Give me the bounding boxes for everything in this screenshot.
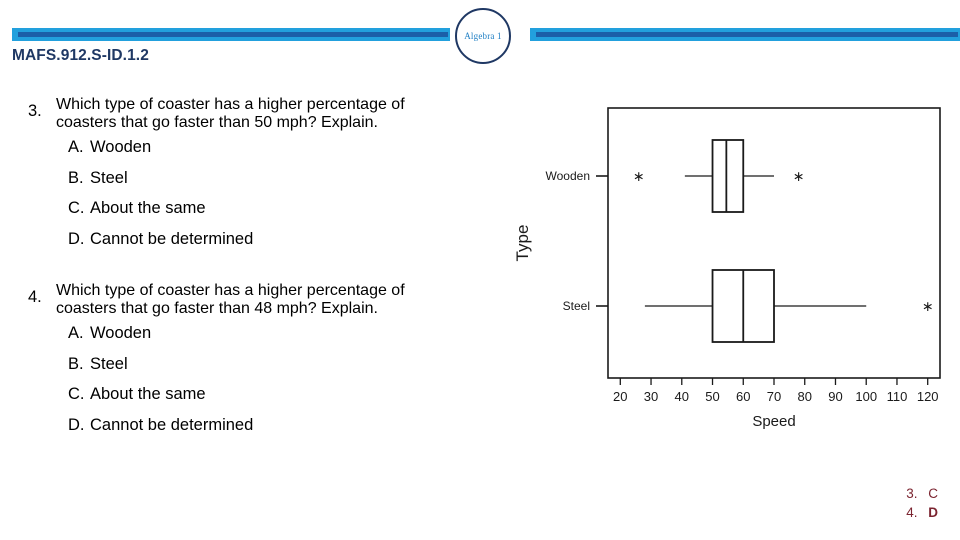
question-4-choice-c-letter: C.: [68, 385, 85, 403]
x-tick-label-20: 20: [613, 389, 627, 404]
question-4-choice-d[interactable]: D. Cannot be determined: [68, 410, 568, 441]
question-3-line-2: coasters that go faster than 50 mph? Exp…: [56, 114, 378, 131]
header-rule-left: [12, 28, 450, 41]
x-axis-label: Speed: [752, 413, 795, 430]
question-4-text: Which type of coaster has a higher perce…: [56, 282, 405, 318]
x-tick-label-70: 70: [767, 389, 781, 404]
question-4-choice-d-label: Cannot be determined: [90, 415, 254, 434]
x-tick-label-90: 90: [828, 389, 842, 404]
header-rule-right-inner: [536, 32, 958, 37]
x-tick-label-60: 60: [736, 389, 750, 404]
questions-list: 3. Which type of coaster has a higher pe…: [28, 96, 568, 468]
outlier-marker: ∗: [922, 298, 934, 314]
x-tick-label-110: 110: [887, 389, 908, 404]
question-3: 3. Which type of coaster has a higher pe…: [28, 96, 568, 254]
question-3-number: 3.: [28, 102, 42, 120]
question-4-line-2: coasters that go faster than 48 mph? Exp…: [56, 300, 378, 317]
question-4: 4. Which type of coaster has a higher pe…: [28, 282, 568, 440]
boxplot-chart: 20 30 40 50 60 70 80 90 100 110 120 Speed Wooden Stee…: [513, 107, 941, 430]
answer-key-value-3: C: [928, 486, 938, 501]
question-4-choice-b-letter: B.: [68, 354, 84, 373]
question-4-choice-a-letter: A.: [68, 324, 84, 342]
answer-key-row-4: 4. D: [906, 503, 938, 522]
answer-key-row-3: 3. C: [906, 484, 938, 503]
boxplot-wooden: ∗ ∗: [633, 139, 805, 213]
question-3-choice-b-label: Steel: [90, 168, 128, 187]
question-4-choice-a[interactable]: A. Wooden: [68, 318, 568, 349]
header-band: Algebra 1 MAFS.912.S-ID.1.2: [0, 0, 960, 72]
question-4-line-1: Which type of coaster has a higher perce…: [56, 282, 405, 299]
question-3-choice-a-label: Wooden: [90, 138, 152, 156]
x-tick-label-80: 80: [798, 389, 812, 404]
question-3-choice-b[interactable]: B. Steel: [68, 163, 568, 194]
question-4-number: 4.: [28, 288, 42, 306]
question-4-choice-b-label: Steel: [90, 354, 128, 373]
question-3-prompt: 3. Which type of coaster has a higher pe…: [28, 96, 568, 132]
question-3-text: Which type of coaster has a higher perce…: [56, 96, 405, 132]
question-3-choices: A. Wooden B. Steel C. About the same D. …: [68, 132, 568, 254]
boxplot-steel: ∗: [644, 269, 934, 343]
box-iqr: [711, 139, 745, 213]
y-tick-label-steel: Steel: [563, 299, 590, 313]
outlier-marker: ∗: [793, 168, 805, 184]
header-rule-left-inner: [18, 32, 448, 37]
x-tick-label-30: 30: [644, 389, 658, 404]
question-4-choice-c-label: About the same: [90, 385, 206, 403]
question-3-line-1: Which type of coaster has a higher perce…: [56, 96, 405, 113]
question-4-choice-b[interactable]: B. Steel: [68, 349, 568, 380]
question-4-choice-c[interactable]: C. About the same: [68, 379, 568, 410]
answer-key-number-3: 3.: [906, 486, 918, 501]
question-4-prompt: 4. Which type of coaster has a higher pe…: [28, 282, 568, 318]
question-4-choice-d-letter: D.: [68, 415, 85, 434]
outlier-marker: ∗: [633, 168, 645, 184]
course-badge-label: Algebra 1: [464, 31, 502, 41]
boxplot-figure: 20 30 40 50 60 70 80 90 100 110 120 Speed Wooden Stee…: [500, 96, 952, 441]
course-badge: Algebra 1: [455, 8, 511, 64]
question-4-choice-a-label: Wooden: [90, 324, 152, 342]
question-3-choice-c-label: About the same: [90, 199, 206, 217]
header-rule-right: [530, 28, 960, 41]
y-axis-label: Type: [513, 225, 532, 262]
x-tick-label-40: 40: [675, 389, 689, 404]
x-tick-label-50: 50: [705, 389, 719, 404]
x-tick-label-120: 120: [917, 389, 939, 404]
question-3-choice-c-letter: C.: [68, 199, 85, 217]
question-3-choice-a[interactable]: A. Wooden: [68, 132, 568, 163]
x-tick-label-100: 100: [855, 389, 877, 404]
question-4-choices: A. Wooden B. Steel C. About the same D. …: [68, 318, 568, 440]
y-tick-label-wooden: Wooden: [546, 169, 590, 183]
question-3-choice-d-letter: D.: [68, 229, 85, 248]
answer-key-value-4: D: [928, 505, 938, 520]
question-3-choice-c[interactable]: C. About the same: [68, 193, 568, 224]
answer-key-number-4: 4.: [906, 505, 918, 520]
standard-code: MAFS.912.S-ID.1.2: [12, 47, 149, 64]
answer-key: 3. C 4. D: [906, 484, 938, 522]
question-3-choice-d-label: Cannot be determined: [90, 229, 254, 248]
question-3-choice-b-letter: B.: [68, 168, 84, 187]
question-3-choice-d[interactable]: D. Cannot be determined: [68, 224, 568, 255]
question-3-choice-a-letter: A.: [68, 138, 84, 156]
